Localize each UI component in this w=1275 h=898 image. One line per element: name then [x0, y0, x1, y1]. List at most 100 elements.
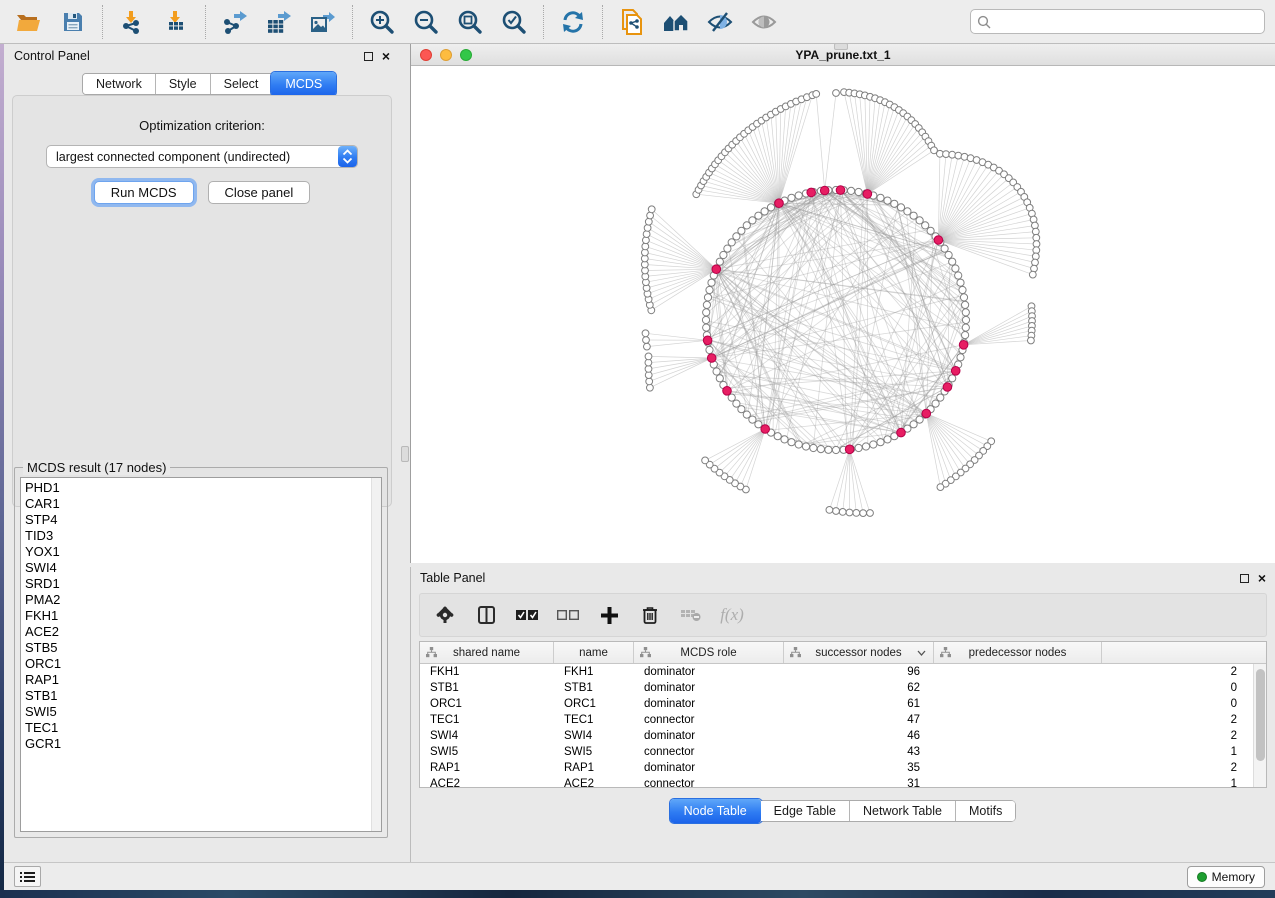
horizontal-splitter-handle[interactable]: [834, 43, 848, 50]
table-row[interactable]: ORC1ORC1dominator610: [420, 696, 1253, 712]
export-network-icon[interactable]: [220, 7, 250, 37]
tab-style[interactable]: Style: [156, 74, 211, 94]
table-tabs: Node TableEdge TableNetwork TableMotifs: [411, 800, 1275, 822]
refresh-network-icon[interactable]: [558, 7, 588, 37]
import-network-icon[interactable]: [117, 7, 147, 37]
network-overview-icon[interactable]: [661, 7, 691, 37]
export-image-icon[interactable]: [308, 7, 338, 37]
close-panel-button[interactable]: Close panel: [208, 181, 311, 204]
optimization-criterion-dropdown[interactable]: largest connected component (undirected): [46, 145, 358, 168]
tab-network-table[interactable]: Network Table: [850, 801, 956, 821]
close-panel-icon[interactable]: ×: [382, 52, 390, 61]
mcds-result-item[interactable]: PHD1: [25, 480, 369, 496]
column-header-MCDS-role[interactable]: MCDS role: [634, 642, 784, 663]
table-row[interactable]: SWI5SWI5connector431: [420, 744, 1253, 760]
mcds-list-scrollbar[interactable]: [371, 478, 381, 831]
export-table-icon[interactable]: [264, 7, 294, 37]
tab-edge-table[interactable]: Edge Table: [761, 801, 850, 821]
memory-button[interactable]: Memory: [1187, 866, 1265, 888]
mcds-result-item[interactable]: SWI4: [25, 560, 369, 576]
mcds-result-item[interactable]: PMA2: [25, 592, 369, 608]
delete-table-icon[interactable]: [680, 604, 702, 626]
float-panel-icon[interactable]: [364, 52, 373, 61]
table-cell: FKH1: [420, 666, 554, 678]
table-row[interactable]: TEC1TEC1connector472: [420, 712, 1253, 728]
tab-network[interactable]: Network: [83, 74, 156, 94]
vertical-splitter[interactable]: [400, 44, 410, 862]
mcds-result-item[interactable]: SRD1: [25, 576, 369, 592]
mcds-result-item[interactable]: GCR1: [25, 736, 369, 752]
column-header-name[interactable]: name: [554, 642, 634, 663]
table-cell: TEC1: [554, 714, 634, 726]
search-input[interactable]: [991, 15, 1258, 29]
zoom-selected-icon[interactable]: [499, 7, 529, 37]
mcds-result-item[interactable]: STP4: [25, 512, 369, 528]
mcds-result-list: PHD1CAR1STP4TID3YOX1SWI4SRD1PMA2FKH1ACE2…: [25, 480, 369, 831]
column-header-shared-name[interactable]: shared name: [420, 642, 554, 663]
mcds-result-item[interactable]: RAP1: [25, 672, 369, 688]
mcds-result-item[interactable]: CAR1: [25, 496, 369, 512]
tab-mcds[interactable]: MCDS: [271, 72, 336, 96]
table-cell: 46: [784, 730, 934, 742]
run-mcds-button[interactable]: Run MCDS: [94, 181, 194, 204]
splitter-handle[interactable]: [401, 446, 409, 462]
table-row[interactable]: RAP1RAP1dominator352: [420, 760, 1253, 776]
show-columns-icon[interactable]: [475, 604, 497, 626]
table-scrollbar-thumb[interactable]: [1256, 669, 1265, 761]
import-table-icon[interactable]: [161, 7, 191, 37]
table-cell: 35: [784, 762, 934, 774]
tab-select[interactable]: Select: [211, 74, 273, 94]
mcds-result-item[interactable]: STB1: [25, 688, 369, 704]
column-header-filler: [1102, 642, 1266, 663]
mcds-result-item[interactable]: STB5: [25, 640, 369, 656]
open-session-icon[interactable]: [14, 7, 44, 37]
table-body: FKH1FKH1dominator962STB1STB1dominator620…: [420, 664, 1253, 787]
table-options-icon[interactable]: [434, 604, 456, 626]
control-panel: Control Panel × NetworkStyleSelectMCDS O…: [4, 44, 400, 862]
zoom-fit-icon[interactable]: [455, 7, 485, 37]
table-cell: 0: [934, 698, 1253, 710]
optimization-criterion-label: Optimization criterion:: [13, 118, 391, 133]
table-cell: ACE2: [420, 778, 554, 787]
zoom-in-icon[interactable]: [367, 7, 397, 37]
mcds-result-item[interactable]: ACE2: [25, 624, 369, 640]
add-column-icon[interactable]: [598, 604, 620, 626]
unselect-all-icon[interactable]: [557, 604, 579, 626]
tab-node-table[interactable]: Node Table: [670, 799, 762, 823]
clone-network-icon[interactable]: [617, 7, 647, 37]
table-panel-title: Table Panel: [420, 571, 485, 585]
table-row[interactable]: FKH1FKH1dominator962: [420, 664, 1253, 680]
delete-column-icon[interactable]: [639, 604, 661, 626]
table-cell: 47: [784, 714, 934, 726]
mcds-result-item[interactable]: TID3: [25, 528, 369, 544]
table-row[interactable]: STB1STB1dominator620: [420, 680, 1253, 696]
network-canvas[interactable]: [411, 66, 1275, 563]
table-scrollbar[interactable]: [1253, 664, 1266, 787]
mcds-result-item[interactable]: ORC1: [25, 656, 369, 672]
task-list-icon: [20, 871, 35, 883]
column-header-predecessor-nodes[interactable]: predecessor nodes: [934, 642, 1102, 663]
mcds-result-item[interactable]: SWI5: [25, 704, 369, 720]
float-panel-icon[interactable]: [1240, 574, 1249, 583]
mcds-result-item[interactable]: TEC1: [25, 720, 369, 736]
show-graphics-details-icon[interactable]: [749, 7, 779, 37]
select-all-icon[interactable]: [516, 604, 538, 626]
node-table: shared namenameMCDS rolesuccessor nodesp…: [419, 641, 1267, 788]
table-row[interactable]: SWI4SWI4dominator462: [420, 728, 1253, 744]
column-header-successor-nodes[interactable]: successor nodes: [784, 642, 934, 663]
mcds-result-item[interactable]: YOX1: [25, 544, 369, 560]
table-cell: 61: [784, 698, 934, 710]
function-builder-icon[interactable]: f(x): [721, 604, 743, 626]
network-window: YPA_prune.txt_1: [410, 44, 1275, 563]
mcds-result-item[interactable]: FKH1: [25, 608, 369, 624]
table-cell: dominator: [634, 730, 784, 742]
save-session-icon[interactable]: [58, 7, 88, 37]
table-cell: 96: [784, 666, 934, 678]
hide-graphics-details-icon[interactable]: [705, 7, 735, 37]
table-row[interactable]: ACE2ACE2connector311: [420, 776, 1253, 787]
zoom-out-icon[interactable]: [411, 7, 441, 37]
close-panel-icon[interactable]: ×: [1258, 574, 1266, 583]
memory-status-icon: [1197, 872, 1207, 882]
task-history-button[interactable]: [14, 866, 41, 887]
tab-motifs[interactable]: Motifs: [956, 801, 1015, 821]
